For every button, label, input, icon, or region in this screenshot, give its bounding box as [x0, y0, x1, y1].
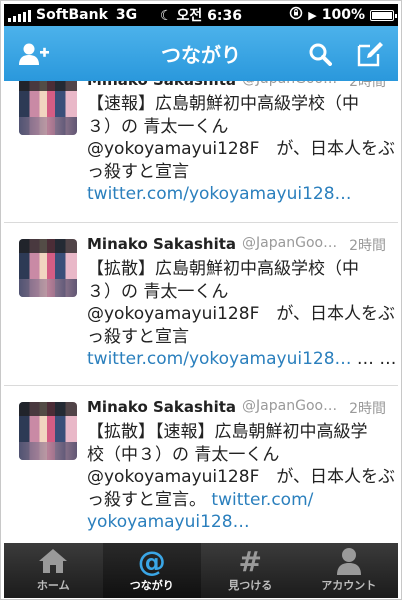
page-title: つながり — [161, 43, 241, 67]
compose-icon — [357, 41, 383, 66]
tweet-line: @yokoyamayui128F が、日本人をぶ — [87, 467, 396, 487]
battery-percent: 100% — [321, 7, 365, 23]
compose-button[interactable] — [346, 26, 394, 81]
tweet-line: ３）の 青太一くん — [87, 116, 229, 137]
tweet-item[interactable]: Minako Sakashita @JapanGoo… 2時間 【拡散】広島朝鮮… — [4, 222, 398, 386]
tweet-text: 【速報】広島朝鮮初中高級学校（中 ３）の 青太一くん @yokoyamayui1… — [87, 93, 396, 206]
avatar[interactable] — [19, 81, 77, 135]
status-time: 오전 6:36 — [176, 8, 243, 24]
carrier-name: SoftBank — [36, 7, 108, 23]
tab-home[interactable]: ホーム — [4, 543, 103, 598]
battery-icon — [370, 9, 397, 21]
tweet-line: っ殺すと宣言 — [87, 161, 189, 182]
nav-bar: つながり — [4, 26, 398, 81]
tweet-time: 2時間 — [349, 238, 386, 254]
tweet-text: 【拡散】【速報】広島朝鮮初中高級学 校（中３）の 青太一くん @yokoyama… — [87, 421, 396, 534]
tab-label: アカウント — [321, 579, 377, 592]
tab-account[interactable]: アカウント — [300, 543, 399, 598]
search-button[interactable] — [296, 26, 344, 81]
tab-connect[interactable]: @ つながり — [102, 543, 201, 598]
tweet-line: 【拡散】【速報】広島朝鮮初中高級学 — [87, 422, 368, 442]
tweet-time: 2時間 — [349, 401, 386, 417]
tweet-ellipsis: … … — [351, 349, 397, 369]
tab-label: ホーム — [36, 579, 70, 592]
tweet-line: @yokoyamayui128F が、日本人をぶ — [87, 139, 396, 159]
tweet-item[interactable]: Minako Sakashita @JapanGoo… 2時間 【拡散】【速報】… — [4, 385, 398, 543]
home-icon — [38, 545, 68, 577]
tweet-author-handle: @JapanGoo… — [242, 398, 338, 414]
tweet-link[interactable]: twitter.com/yokoyamayui128… — [87, 349, 352, 369]
tweet-line: っ殺すと宣言 — [87, 326, 189, 347]
tweet-feed[interactable]: Minako Sakashita @JapanGoo… 2時間 【速報】広島朝鮮… — [4, 81, 398, 543]
tweet-time: 2時間 — [349, 81, 386, 90]
avatar[interactable] — [19, 239, 77, 297]
tweet-author-handle: @JapanGoo… — [242, 235, 338, 251]
hash-icon: # — [238, 544, 262, 578]
tweet-author-name: Minako Sakashita — [87, 235, 237, 253]
tweet-line: 【速報】広島朝鮮初中高級学校（中 — [87, 94, 359, 114]
network-type: 3G — [115, 7, 138, 23]
tweet-line: っ殺すと宣言。 — [87, 489, 206, 510]
tweet-text: 【拡散】広島朝鮮初中高級学校（中 ３）の 青太一くん @yokoyamayui1… — [87, 258, 396, 371]
signal-strength-icon — [8, 9, 31, 22]
tab-discover[interactable]: # 見つける — [201, 543, 300, 598]
tweet-link[interactable]: twitter.com/yokoyamayui128… — [87, 184, 352, 204]
status-bar: SoftBank 3G ☾ 오전 6:36 ▶ 100% — [4, 4, 398, 26]
tab-bar: ホーム @ つながり # 見つける アカウント — [4, 543, 398, 598]
tweet-line: 【拡散】広島朝鮮初中高級学校（中 — [87, 259, 359, 279]
tweet-link[interactable]: yokoyamayui128… — [87, 512, 250, 532]
tweet-author-name: Minako Sakashita — [87, 398, 237, 416]
tweet-line: @yokoyamayui128F が、日本人をぶ — [87, 304, 396, 324]
avatar[interactable] — [19, 402, 77, 460]
play-icon: ▶ — [308, 8, 317, 22]
tab-label: つながり — [129, 579, 174, 592]
tweet-item[interactable]: Minako Sakashita @JapanGoo… 2時間 【速報】広島朝鮮… — [4, 81, 398, 223]
tweet-line: 校（中３）の 青太一くん — [87, 444, 280, 465]
rotation-lock-icon — [289, 6, 303, 24]
at-icon: @ — [137, 544, 166, 578]
tweet-link[interactable]: twitter.com/ — [206, 490, 313, 510]
person-icon — [336, 545, 362, 577]
search-icon — [309, 43, 332, 66]
tweet-line: ３）の 青太一くん — [87, 281, 229, 302]
add-user-icon — [19, 43, 49, 65]
tweet-author-handle: @JapanGoo… — [242, 81, 337, 91]
tweet-author-name: Minako Sakashita — [87, 81, 236, 91]
battery-fill — [372, 11, 392, 19]
tab-label: 見つける — [228, 579, 273, 592]
add-user-button[interactable] — [10, 26, 58, 81]
moon-icon: ☾ — [159, 8, 173, 24]
